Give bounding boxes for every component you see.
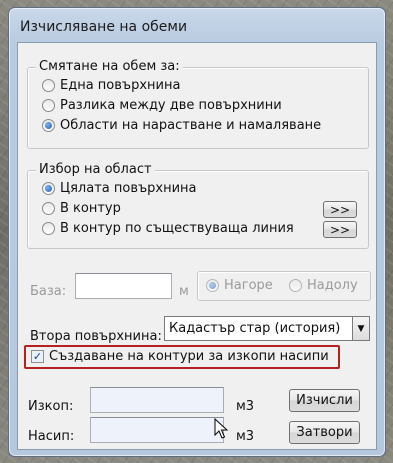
excavation-unit: м3 [236, 399, 255, 414]
radio-down[interactable]: Надолу [289, 278, 358, 293]
area-selection-legend: Избор на област [36, 162, 155, 177]
radio-button-selected-icon [42, 182, 55, 195]
fill-label: Насип: [28, 429, 75, 444]
radio-cut-fill-areas[interactable]: Области на нарастване и намаляване [42, 118, 321, 133]
radio-button-selected-icon [42, 119, 55, 132]
area-selection-group: Избор на област Цялата повърхнина В конт… [27, 162, 369, 249]
radio-button-selected-icon [206, 279, 219, 292]
calculate-button[interactable]: Изчисли [289, 389, 360, 412]
radio-label: В контур по съществуваща линия [60, 221, 294, 236]
radio-in-contour[interactable]: В контур [42, 201, 121, 216]
radio-whole-surface[interactable]: Цялата повърхнина [42, 181, 197, 196]
base-input[interactable] [75, 273, 172, 299]
base-label: База: [30, 284, 67, 299]
radio-one-surface[interactable]: Една повърхнина [42, 78, 180, 93]
direction-group: Нагоре Надолу [197, 271, 371, 301]
create-contours-checkbox[interactable]: ✓ Създаване на контури за изкопи насипи [31, 349, 329, 364]
create-contours-label: Създаване на контури за изкопи насипи [49, 349, 329, 364]
radio-button-icon [42, 222, 55, 235]
radio-surface-difference[interactable]: Разлика между две повърхнини [42, 98, 282, 113]
excavation-label: Изкоп: [28, 399, 74, 414]
radio-button-icon [42, 79, 55, 92]
radio-label: Области на нарастване и намаляване [60, 118, 322, 133]
volume-mode-group: Смятане на обем за: Една повърхнина Разл… [27, 59, 369, 149]
second-surface-dropdown[interactable]: Кадастър стар (история) ▼ [164, 316, 370, 341]
radio-in-contour-existing-line[interactable]: В контур по съществуваща линия [42, 221, 294, 236]
radio-label: В контур [60, 201, 121, 216]
dialog-client-area: Смятане на обем за: Една повърхнина Разл… [17, 42, 377, 450]
radio-button-icon [289, 279, 302, 292]
volume-mode-legend: Смятане на обем за: [36, 59, 183, 74]
radio-up[interactable]: Нагоре [206, 278, 273, 293]
dialog-title: Изчисляване на обеми [20, 19, 188, 35]
fill-unit: м3 [236, 429, 255, 444]
chevron-down-icon[interactable]: ▼ [352, 317, 369, 340]
radio-label: Нагоре [224, 278, 273, 293]
pick-contour-button[interactable]: >> [323, 201, 357, 218]
second-surface-label: Втора повърхнина: [30, 329, 162, 344]
pick-existing-line-button[interactable]: >> [323, 221, 357, 238]
excavation-field[interactable] [90, 387, 224, 413]
second-surface-value: Кадастър стар (история) [169, 321, 341, 336]
mouse-pointer-icon [214, 418, 228, 439]
radio-label: Разлика между две повърхнини [60, 98, 282, 113]
radio-button-icon [42, 99, 55, 112]
radio-label: Цялата повърхнина [60, 181, 197, 196]
base-unit: м [179, 284, 189, 299]
radio-label: Една повърхнина [60, 78, 181, 93]
radio-label: Надолу [307, 278, 358, 293]
fill-field[interactable] [90, 417, 224, 443]
radio-button-icon [42, 202, 55, 215]
volume-dialog: Изчисляване на обеми Смятане на обем за:… [8, 7, 386, 457]
checkbox-checked-icon: ✓ [31, 350, 44, 363]
close-button[interactable]: Затвори [289, 421, 360, 444]
